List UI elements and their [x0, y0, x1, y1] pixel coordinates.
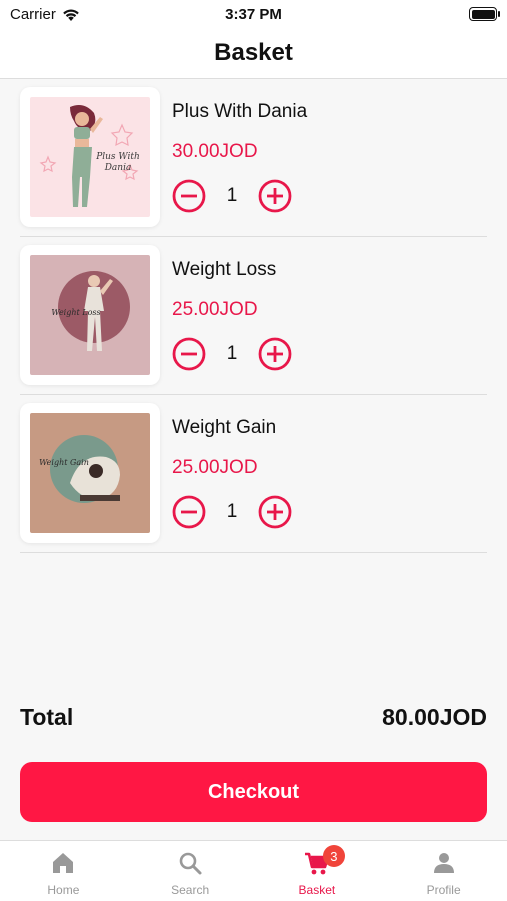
- battery-icon: [469, 7, 500, 21]
- total-label: Total: [20, 704, 74, 730]
- item-thumbnail-card: Weight Gain: [20, 403, 160, 543]
- minus-icon[interactable]: [172, 495, 206, 529]
- item-name: Weight Loss: [172, 259, 277, 280]
- basket-item[interactable]: Weight Loss Weight Loss 25.00JOD 1: [20, 237, 487, 395]
- status-time: 3:37 PM: [225, 6, 282, 23]
- item-image: Weight Loss: [30, 255, 150, 375]
- quantity-stepper: 1: [172, 179, 292, 213]
- tab-label: Home: [47, 883, 80, 897]
- search-icon: [179, 852, 202, 875]
- item-thumbnail-card: Weight Loss: [20, 245, 160, 385]
- item-thumbnail-card: Plus With Dania: [20, 87, 160, 227]
- item-price: 25.00JOD: [172, 299, 258, 320]
- item-image: Plus With Dania: [30, 97, 150, 217]
- cart-count-badge: 3: [322, 845, 345, 867]
- svg-text:Plus With: Plus With: [95, 152, 140, 162]
- quantity-value: 1: [226, 501, 238, 522]
- item-name: Weight Gain: [172, 417, 277, 438]
- item-image: Weight Gain: [30, 413, 150, 533]
- total-value: 80.00JOD: [382, 704, 487, 730]
- status-bar: Carrier 3:37 PM: [0, 0, 507, 30]
- profile-icon: [433, 853, 454, 873]
- svg-text:Dania: Dania: [104, 163, 132, 173]
- plus-icon[interactable]: [258, 179, 292, 213]
- basket-list[interactable]: Plus With Dania Plus With Dania 30.00JOD…: [20, 79, 487, 553]
- quantity-value: 1: [226, 185, 238, 206]
- tab-label: Basket: [298, 883, 336, 897]
- plus-icon[interactable]: [258, 495, 292, 529]
- checkout-label: Checkout: [207, 780, 300, 803]
- item-price: 30.00JOD: [172, 141, 258, 162]
- battery-level: [471, 9, 495, 19]
- tab-search[interactable]: Search: [127, 841, 254, 901]
- quantity-stepper: 1: [172, 337, 292, 371]
- tab-profile[interactable]: Profile: [380, 841, 507, 901]
- checkout-button[interactable]: Checkout: [20, 762, 487, 822]
- basket-item[interactable]: Plus With Dania Plus With Dania 30.00JOD…: [20, 79, 487, 237]
- item-name: Plus With Dania: [172, 101, 308, 122]
- tab-label: Profile: [426, 883, 461, 897]
- item-price: 25.00JOD: [172, 457, 258, 478]
- minus-icon[interactable]: [172, 337, 206, 371]
- tab-bar: Home Search 3 Basket Profile: [0, 840, 507, 901]
- quantity-value: 1: [226, 343, 238, 364]
- nav-header: Basket: [0, 30, 507, 79]
- home-icon: [53, 853, 74, 873]
- tab-basket[interactable]: 3 Basket: [254, 841, 381, 901]
- plus-icon[interactable]: [258, 337, 292, 371]
- tab-home[interactable]: Home: [0, 841, 127, 901]
- tab-label: Search: [171, 883, 210, 897]
- total-row: Total 80.00JOD: [20, 704, 487, 734]
- minus-icon[interactable]: [172, 179, 206, 213]
- svg-text:Weight Gain: Weight Gain: [39, 458, 89, 467]
- quantity-stepper: 1: [172, 495, 292, 529]
- page-title: Basket: [214, 39, 293, 66]
- svg-text:Weight Loss: Weight Loss: [51, 308, 100, 317]
- basket-item[interactable]: Weight Gain Weight Gain 25.00JOD 1: [20, 395, 487, 553]
